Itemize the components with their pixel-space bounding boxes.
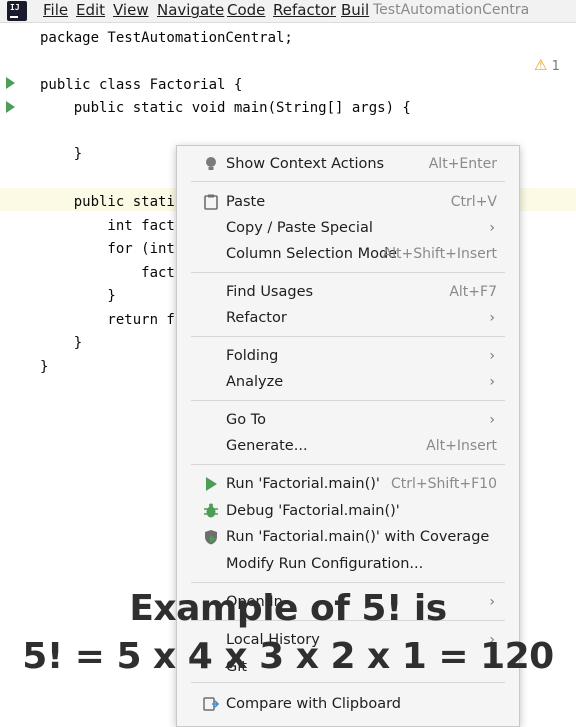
chevron-right-icon: › (489, 220, 495, 236)
menu-separator (191, 336, 505, 337)
menu-label: Show Context Actions (226, 156, 385, 172)
menu-refactor[interactable]: Refactor (273, 1, 336, 19)
clipboard-icon (204, 194, 218, 210)
menu-separator (191, 272, 505, 273)
menu-build[interactable]: Buil (341, 1, 369, 19)
menu-go-to[interactable]: Go To › (177, 407, 519, 433)
code-line-main: public static void main(String[] args) { (40, 100, 411, 116)
menu-label: Compare with Clipboard (226, 696, 402, 712)
project-title: TestAutomationCentra (373, 2, 530, 18)
caption-line-1: Example of 5! is (129, 588, 447, 629)
chevron-right-icon: › (489, 374, 495, 390)
code-line-class-close: } (40, 359, 49, 375)
intellij-logo-icon: IJ (7, 1, 27, 21)
menu-analyze[interactable]: Analyze › (177, 369, 519, 395)
menu-navigate[interactable]: Navigate (157, 1, 224, 19)
caption-line-2: 5! = 5 x 4 x 3 x 2 x 1 = 120 (22, 636, 554, 677)
menu-run-with-coverage[interactable]: Run 'Factorial.main()' with Coverage (177, 524, 519, 550)
menu-shortcut: Alt+Enter (428, 156, 497, 172)
warning-indicator[interactable]: ⚠ 1 (534, 57, 560, 75)
menu-label: Generate... (226, 438, 308, 454)
menu-generate[interactable]: Generate... Alt+Insert (177, 433, 519, 459)
chevron-right-icon: › (489, 412, 495, 428)
menu-label: Paste (226, 194, 266, 210)
menu-view[interactable]: View (113, 1, 149, 19)
menu-label: Column Selection Mode (226, 246, 398, 262)
menu-folding[interactable]: Folding › (177, 343, 519, 369)
menu-label: Go To (226, 412, 266, 428)
code-line-method-close: } (40, 335, 83, 351)
menu-shortcut: Ctrl+Shift+F10 (390, 476, 497, 492)
compare-icon (203, 697, 219, 711)
coverage-icon (205, 530, 217, 545)
menu-shortcut: Alt+F7 (449, 284, 497, 300)
run-icon (206, 477, 217, 491)
chevron-right-icon: › (489, 310, 495, 326)
code-line-method: public stati (40, 194, 175, 210)
debug-icon (204, 503, 218, 518)
menu-column-selection-mode[interactable]: Column Selection Mode Alt+Shift+Insert (177, 241, 519, 267)
menu-copy-paste-special[interactable]: Copy / Paste Special › (177, 215, 519, 241)
menu-edit[interactable]: Edit (76, 1, 105, 19)
warning-icon: ⚠ (534, 56, 548, 74)
menu-label: Run 'Factorial.main()' with Coverage (226, 529, 490, 545)
menu-separator (191, 181, 505, 182)
menu-separator (191, 400, 505, 401)
menu-paste[interactable]: Paste Ctrl+V (177, 189, 519, 215)
menu-show-context-actions[interactable]: Show Context Actions Alt+Enter (177, 151, 519, 177)
menu-label: Debug 'Factorial.main()' (226, 503, 400, 519)
code-line-for-close: } (40, 288, 116, 304)
menu-code[interactable]: Code (227, 1, 265, 19)
menu-shortcut: Alt+Shift+Insert (382, 246, 497, 262)
menu-label: Run 'Factorial.main()' (226, 476, 380, 492)
menu-separator (191, 682, 505, 683)
code-line-package: package TestAutomationCentral; (40, 30, 293, 46)
menu-debug-main[interactable]: Debug 'Factorial.main()' (177, 498, 519, 524)
run-class-gutter-icon[interactable] (6, 77, 15, 89)
run-main-gutter-icon[interactable] (6, 101, 15, 113)
code-line-body: fact (40, 265, 175, 281)
menu-refactor[interactable]: Refactor › (177, 305, 519, 331)
menu-bar: IJ File Edit View Navigate Code Refactor… (0, 0, 576, 23)
menu-separator (191, 582, 505, 583)
menu-shortcut: Ctrl+V (450, 194, 497, 210)
menu-label: Find Usages (226, 284, 314, 300)
menu-compare-with-clipboard[interactable]: Compare with Clipboard (177, 691, 519, 717)
menu-separator (191, 464, 505, 465)
code-line-return: return f (40, 312, 175, 328)
menu-label: Folding (226, 348, 279, 364)
menu-find-usages[interactable]: Find Usages Alt+F7 (177, 279, 519, 305)
code-line-class: public class Factorial { (40, 77, 243, 93)
chevron-right-icon: › (489, 348, 495, 364)
code-line-main-close: } (40, 146, 83, 162)
menu-label: Refactor (226, 310, 287, 326)
lightbulb-icon (206, 157, 216, 170)
menu-label: Analyze (226, 374, 284, 390)
menu-label: Modify Run Configuration... (226, 556, 424, 572)
code-line-for: for (int (40, 241, 175, 257)
menu-modify-run-configuration[interactable]: Modify Run Configuration... (177, 551, 519, 577)
menu-file[interactable]: File (43, 1, 68, 19)
menu-run-main[interactable]: Run 'Factorial.main()' Ctrl+Shift+F10 (177, 471, 519, 497)
menu-shortcut: Alt+Insert (426, 438, 497, 454)
warning-count: 1 (551, 59, 560, 74)
code-line-int: int fact (40, 218, 175, 234)
menu-label: Copy / Paste Special (226, 220, 373, 236)
